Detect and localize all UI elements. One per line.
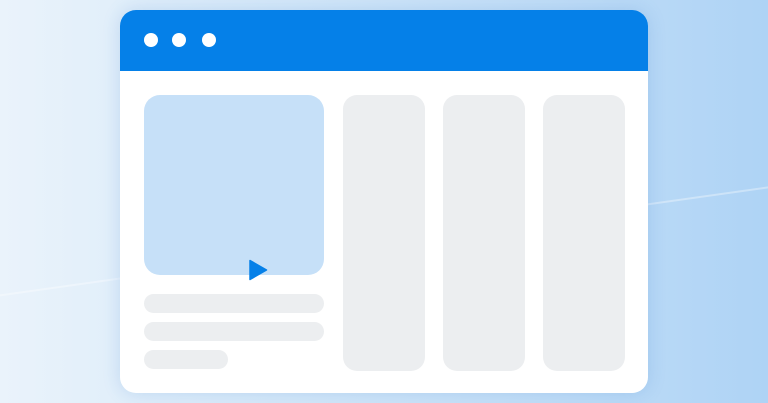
content-card-placeholder-3 bbox=[543, 95, 625, 371]
video-thumbnail[interactable] bbox=[144, 95, 324, 281]
browser-window bbox=[120, 10, 648, 393]
content-card-placeholder-1 bbox=[343, 95, 425, 371]
content-card-placeholder-2 bbox=[443, 95, 525, 371]
window-control-dot-2[interactable] bbox=[172, 33, 186, 47]
text-placeholder-line-3 bbox=[144, 350, 228, 369]
text-placeholder-line-2 bbox=[144, 322, 324, 341]
window-control-dot-1[interactable] bbox=[144, 33, 158, 47]
play-icon[interactable] bbox=[248, 259, 268, 281]
window-titlebar bbox=[120, 10, 648, 71]
window-control-dot-3[interactable] bbox=[202, 33, 216, 47]
text-placeholder-line-1 bbox=[144, 294, 324, 313]
